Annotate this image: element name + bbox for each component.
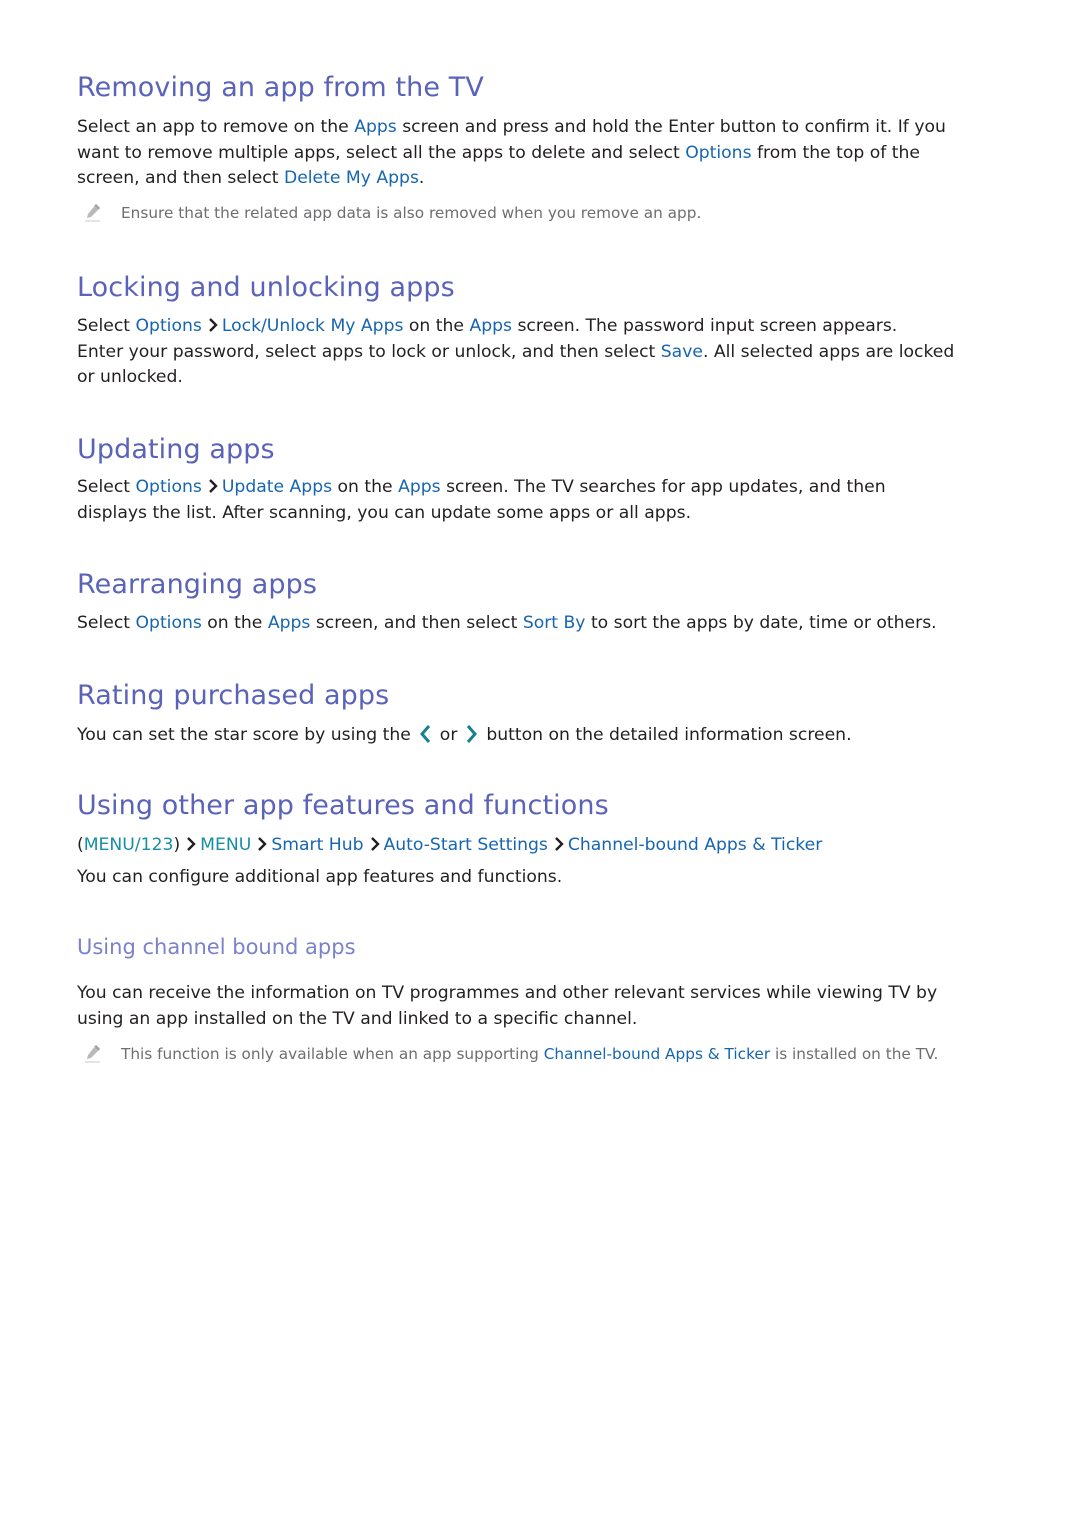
chevron-right-icon [208,317,218,333]
link-delete-my-apps[interactable]: Delete My Apps [284,168,419,188]
paragraph-rearranging-apps: Select Options on the Apps screen, and t… [77,611,1012,637]
text: from the top of the [751,142,920,163]
pencil-icon [83,202,103,222]
breadcrumb: (MENU/123) MENU Smart Hub Auto-Start Settin… [77,833,822,857]
note-channel-bound-apps: This function is only available when an … [75,1043,938,1064]
text: Select [77,477,136,497]
breadcrumb-channel-bound-apps[interactable]: Channel-bound Apps & Ticker [568,835,822,855]
chevron-right-icon [208,478,218,494]
chevron-right-icon [186,836,196,852]
text: or [434,725,463,745]
subheading-channel-bound-apps: Using channel bound apps [77,935,356,959]
text: screen, and then select [310,613,523,633]
note-text: is installed on the TV. [770,1045,939,1063]
paragraph-removing-app: Select an app to remove on the Apps scre… [77,115,1012,192]
text: on the [403,316,470,336]
link-apps[interactable]: Apps [268,613,311,633]
link-save[interactable]: Save [661,342,703,362]
text: screen. The password input screen appear… [512,316,898,336]
breadcrumb-menu[interactable]: MENU [200,835,251,855]
link-apps[interactable]: Apps [354,117,397,137]
pencil-icon [83,1043,103,1063]
text: or unlocked. [77,367,183,387]
paragraph-locking-apps: Select Options Lock/Unlock My Apps on the… [77,314,1012,391]
text: displays the list. After scanning, you c… [77,502,692,523]
chevron-right-icon [370,836,380,852]
text: ) [173,835,181,855]
text: using an app installed on the TV and lin… [77,1008,638,1029]
text: screen, and then select [77,168,284,188]
heading-other-features: Using other app features and functions [77,790,609,821]
text: on the [332,477,399,497]
text: Select an app to remove on the [77,117,355,137]
link-sort-by[interactable]: Sort By [523,613,586,633]
link-lock-unlock-my-apps[interactable]: Lock/Unlock My Apps [222,316,404,336]
link-update-apps[interactable]: Update Apps [222,477,332,497]
link-options[interactable]: Options [136,613,202,633]
paragraph-rating-apps: You can set the star score by using the … [77,723,1012,749]
chevron-right-icon [465,723,479,745]
link-options[interactable]: Options [136,477,202,497]
text: . All selected apps are locked [702,341,955,362]
text: You can receive the information on TV pr… [77,983,938,1003]
breadcrumb-menu-123[interactable]: MENU/123 [84,835,174,855]
text: to sort the apps by date, time or others… [585,613,937,633]
text: button on the detailed information scree… [480,725,852,745]
paragraph-channel-bound-apps: You can receive the information on TV pr… [77,981,1012,1032]
paragraph-updating-apps: Select Options Update Apps on the Apps sc… [77,475,1012,526]
paragraph-other-features: You can configure additional app feature… [77,865,1012,891]
text: ( [77,835,84,855]
chevron-right-icon [554,836,564,852]
text: Select [77,316,136,336]
text: on the [201,613,268,633]
note-text: Ensure that the related app data is also… [121,204,702,222]
heading-removing-app: Removing an app from the TV [77,72,484,103]
breadcrumb-auto-start-settings[interactable]: Auto-Start Settings [384,835,548,855]
note-text: This function is only available when an … [121,1045,544,1063]
text: You can set the star score by using the [77,725,417,745]
heading-updating-apps: Updating apps [77,434,275,465]
link-apps[interactable]: Apps [469,316,512,336]
chevron-right-icon [257,836,268,852]
link-options[interactable]: Options [685,143,751,163]
link-apps[interactable]: Apps [398,477,441,497]
heading-rearranging-apps: Rearranging apps [77,569,318,600]
breadcrumb-smart-hub[interactable]: Smart Hub [271,835,363,855]
text: . [418,168,425,188]
text: screen and press and hold the Enter butt… [396,117,946,137]
text: Enter your password, select apps to lock… [77,341,661,362]
text: Select [77,613,136,633]
chevron-left-icon [418,723,432,745]
note-removing-app: Ensure that the related app data is also… [75,202,701,223]
text: screen. The TV searches for app updates,… [440,477,886,497]
link-options[interactable]: Options [136,316,202,336]
heading-locking-apps: Locking and unlocking apps [77,272,455,303]
heading-rating-apps: Rating purchased apps [77,680,390,711]
text: You can configure additional app feature… [77,867,563,887]
text: want to remove multiple apps, select all… [77,142,686,163]
link-channel-bound-apps[interactable]: Channel-bound Apps & Ticker [544,1045,770,1063]
